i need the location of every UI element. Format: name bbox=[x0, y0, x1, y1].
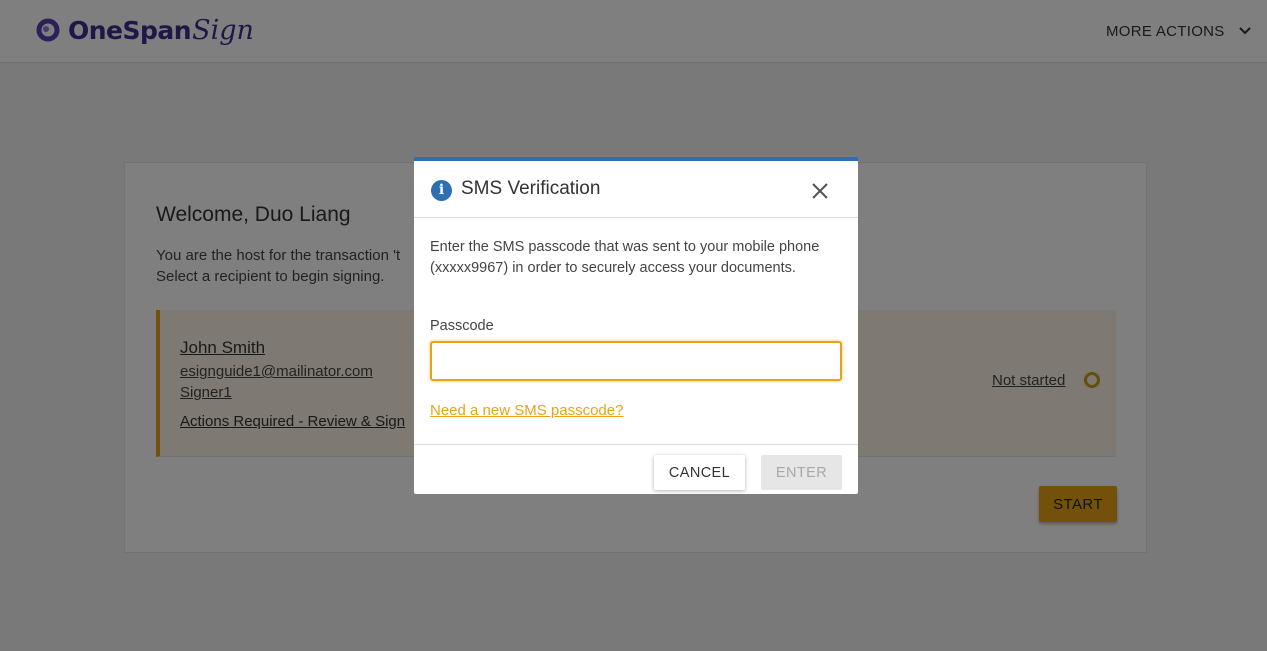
passcode-label: Passcode bbox=[430, 318, 494, 334]
dialog-message: Enter the SMS passcode that was sent to … bbox=[430, 239, 820, 276]
sms-verification-dialog: i SMS Verification Enter the SMS passcod… bbox=[414, 157, 858, 494]
enter-button[interactable]: ENTER bbox=[761, 455, 842, 490]
info-icon: i bbox=[431, 180, 452, 201]
passcode-input[interactable] bbox=[430, 341, 842, 381]
dialog-header: i SMS Verification bbox=[414, 161, 858, 218]
cancel-button[interactable]: CANCEL bbox=[654, 455, 745, 490]
dialog-footer: CANCEL ENTER bbox=[414, 444, 858, 494]
dialog-title: SMS Verification bbox=[461, 178, 601, 199]
close-button[interactable] bbox=[810, 181, 830, 201]
new-sms-passcode-link[interactable]: Need a new SMS passcode? bbox=[430, 402, 623, 419]
close-icon bbox=[812, 183, 828, 199]
